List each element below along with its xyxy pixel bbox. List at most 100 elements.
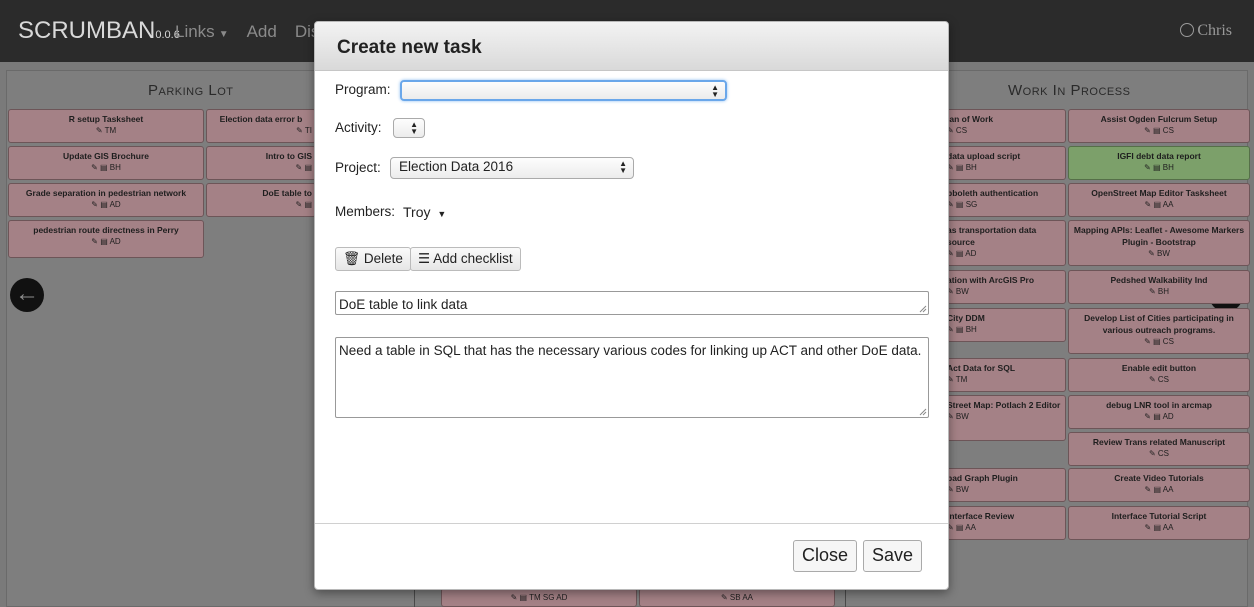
task-card[interactable]: City DDM ✎ ▤ BH [940, 308, 1066, 342]
members-value: Troy [403, 204, 431, 220]
task-card[interactable]: ✎ SB AA [639, 588, 835, 607]
task-description-textarea[interactable]: Need a table in SQL that has the necessa… [335, 337, 929, 418]
task-card[interactable]: bad Graph Plugin ✎ BW [940, 468, 1066, 502]
task-card-title: debug LNR tool in arcmap [1106, 400, 1212, 410]
arrow-left-icon[interactable]: ← [10, 278, 44, 312]
list-icon: ☰ [418, 251, 431, 266]
task-card[interactable]: Mapping APIs: Leaflet - Awesome Markers … [1068, 220, 1250, 266]
task-card-meta: ✎ CS [947, 126, 968, 135]
select-arrows-icon: ▲ ▼ [410, 120, 418, 136]
task-card[interactable]: Intro to GIS ✎ ▤ [206, 146, 316, 180]
caret-down-icon: ▼ [437, 209, 447, 219]
task-card-meta: ✎ CS [1148, 375, 1170, 384]
task-card-meta: ✎ ▤ BH [947, 325, 977, 334]
task-card-meta: ✎ ▤ AA [1144, 485, 1174, 494]
task-card[interactable]: Interface Tutorial Script ✎ ▤ AA [1068, 506, 1250, 540]
task-card-meta: ✎ ▤ AA [1144, 523, 1174, 532]
members-label: Members: [335, 204, 396, 219]
modal-footer-divider [315, 523, 948, 524]
task-card-meta: ✎ ▤ [295, 200, 312, 209]
task-card-meta: ✎ ▤ AA [1144, 200, 1174, 209]
task-card-meta: ✎ ▤ BH [947, 163, 977, 172]
task-card[interactable]: Create Video Tutorials ✎ ▤ AA [1068, 468, 1250, 502]
brand-name: SCRUMBAN [18, 17, 156, 44]
members-dropdown[interactable]: Troy ▼ [403, 204, 446, 220]
brand-version: 0.0.6 [155, 29, 180, 41]
task-card-meta: ✎ CS [1148, 449, 1170, 458]
task-card-meta: ✎ ▤ BH [91, 163, 121, 172]
resize-handle-icon[interactable] [919, 408, 927, 416]
task-card[interactable]: Pedshed Walkability Ind ✎ BH [1068, 270, 1250, 304]
task-card[interactable]: debug LNR tool in arcmap ✎ ▤ AD [1068, 395, 1250, 429]
task-card-meta: ✎ ▤ TM SG AD [510, 593, 568, 602]
task-card[interactable]: bboleth authentication ✎ ▤ SG [940, 183, 1066, 217]
task-card-title: Develop List of Cities participating in … [1084, 313, 1234, 335]
activity-select[interactable]: ▲ ▼ [393, 118, 425, 138]
task-card-title: ation with ArcGIS Pro [947, 275, 1035, 285]
task-card-title: Act Data for SQL [947, 363, 1016, 373]
task-card-title: pedestrian route directness in Perry [33, 225, 179, 235]
task-name-input[interactable]: DoE table to link data [335, 291, 929, 315]
resize-handle-icon[interactable] [919, 305, 927, 313]
task-card-title: Pedshed Walkability Ind [1110, 275, 1208, 285]
task-card[interactable]: Assist Ogden Fulcrum Setup ✎ ▤ CS [1068, 109, 1250, 143]
task-card[interactable]: Act Data for SQL ✎ TM [940, 358, 1066, 392]
task-card-meta: ✎ ▤ CS [1144, 337, 1174, 346]
nav-links: Links ▼ Add Dis [175, 22, 319, 42]
task-card[interactable]: IGFI debt data report ✎ ▤ BH [1068, 146, 1250, 180]
task-card-meta: ✎ ▤ SG [947, 200, 978, 209]
task-card[interactable]: data upload script ✎ ▤ BH [940, 146, 1066, 180]
add-checklist-label: Add checklist [433, 251, 513, 266]
task-card[interactable]: as transportation data source ✎ ▤ AD [940, 220, 1066, 266]
task-card-meta: ✎ BW [947, 287, 969, 296]
task-card[interactable]: Interface Review ✎ ▤ AA [940, 506, 1066, 540]
task-card[interactable]: pedestrian route directness in Perry ✎ ▤… [8, 220, 204, 258]
close-button[interactable]: Close [793, 540, 858, 572]
task-card-meta: ✎ ▤ AD [91, 200, 121, 209]
save-button[interactable]: Save [863, 540, 923, 572]
task-card-meta: ✎ BW [1148, 249, 1170, 258]
task-card-title: Update GIS Brochure [63, 151, 149, 161]
task-card-title: bad Graph Plugin [947, 473, 1018, 483]
brand-logo[interactable]: SCRUMBAN0.0.6 [18, 17, 180, 45]
nav-add-link[interactable]: Add [247, 22, 277, 42]
task-card-meta: ✎ ▤ AD [947, 249, 977, 258]
task-card-meta: ✎ BH [1148, 287, 1170, 296]
task-card-title: as transportation data source [947, 225, 1037, 247]
task-card[interactable]: Grade separation in pedestrian network ✎… [8, 183, 204, 217]
task-card-meta: ✎ SB AA [720, 593, 754, 602]
project-select[interactable]: Election Data 2016 ▲ ▼ [390, 157, 634, 179]
task-card[interactable]: ✎ ▤ TM SG AD [441, 588, 637, 607]
task-card-meta: ✎ ▤ BH [1144, 163, 1174, 172]
task-description-value: Need a table in SQL that has the necessa… [339, 343, 922, 358]
task-card[interactable]: Develop List of Cities participating in … [1068, 308, 1250, 354]
task-card[interactable]: Street Map: Potlach 2 Editor ✎ BW [940, 395, 1066, 441]
task-card-meta: ✎ ▤ CS [1144, 126, 1174, 135]
program-label: Program: [335, 82, 391, 97]
task-card-title: Election data error b [219, 114, 303, 124]
add-checklist-button[interactable]: ☰ Add checklist [410, 247, 521, 271]
task-name-value: DoE table to link data [339, 297, 468, 312]
modal-header: Create new task [315, 22, 948, 71]
delete-button[interactable]: 🗑 Delete [335, 247, 411, 271]
user-name: Chris [1197, 22, 1232, 39]
task-card[interactable]: R setup Tasksheet ✎ TM [8, 109, 204, 143]
create-task-modal: Create new task Program: ▲ ▼ Activity: ▲ ▼… [314, 21, 949, 590]
program-select[interactable]: ▲ ▼ [400, 80, 727, 101]
user-menu[interactable]: Chris [1180, 22, 1232, 40]
task-card-title: City DDM [947, 313, 985, 323]
nav-links-menu[interactable]: Links ▼ [175, 22, 229, 42]
task-card-title: Grade separation in pedestrian network [25, 188, 187, 198]
task-card[interactable]: OpenStreet Map Editor Tasksheet ✎ ▤ AA [1068, 183, 1250, 217]
task-card-meta: ✎ BW [947, 485, 969, 494]
task-card[interactable]: DoE table to ✎ ▤ [206, 183, 316, 217]
task-card-title: Enable edit button [1121, 363, 1197, 373]
task-card[interactable]: ation with ArcGIS Pro ✎ BW [940, 270, 1066, 304]
task-card[interactable]: lan of Work ✎ CS [940, 109, 1066, 143]
task-card-meta: ✎ BW [947, 412, 969, 421]
task-card[interactable]: Election data error b ✎ TI [206, 109, 316, 143]
task-card-meta: ✎ ▤ [295, 163, 312, 172]
task-card[interactable]: Update GIS Brochure ✎ ▤ BH [8, 146, 204, 180]
task-card[interactable]: Enable edit button ✎ CS [1068, 358, 1250, 392]
task-card[interactable]: Review Trans related Manuscript ✎ CS [1068, 432, 1250, 466]
